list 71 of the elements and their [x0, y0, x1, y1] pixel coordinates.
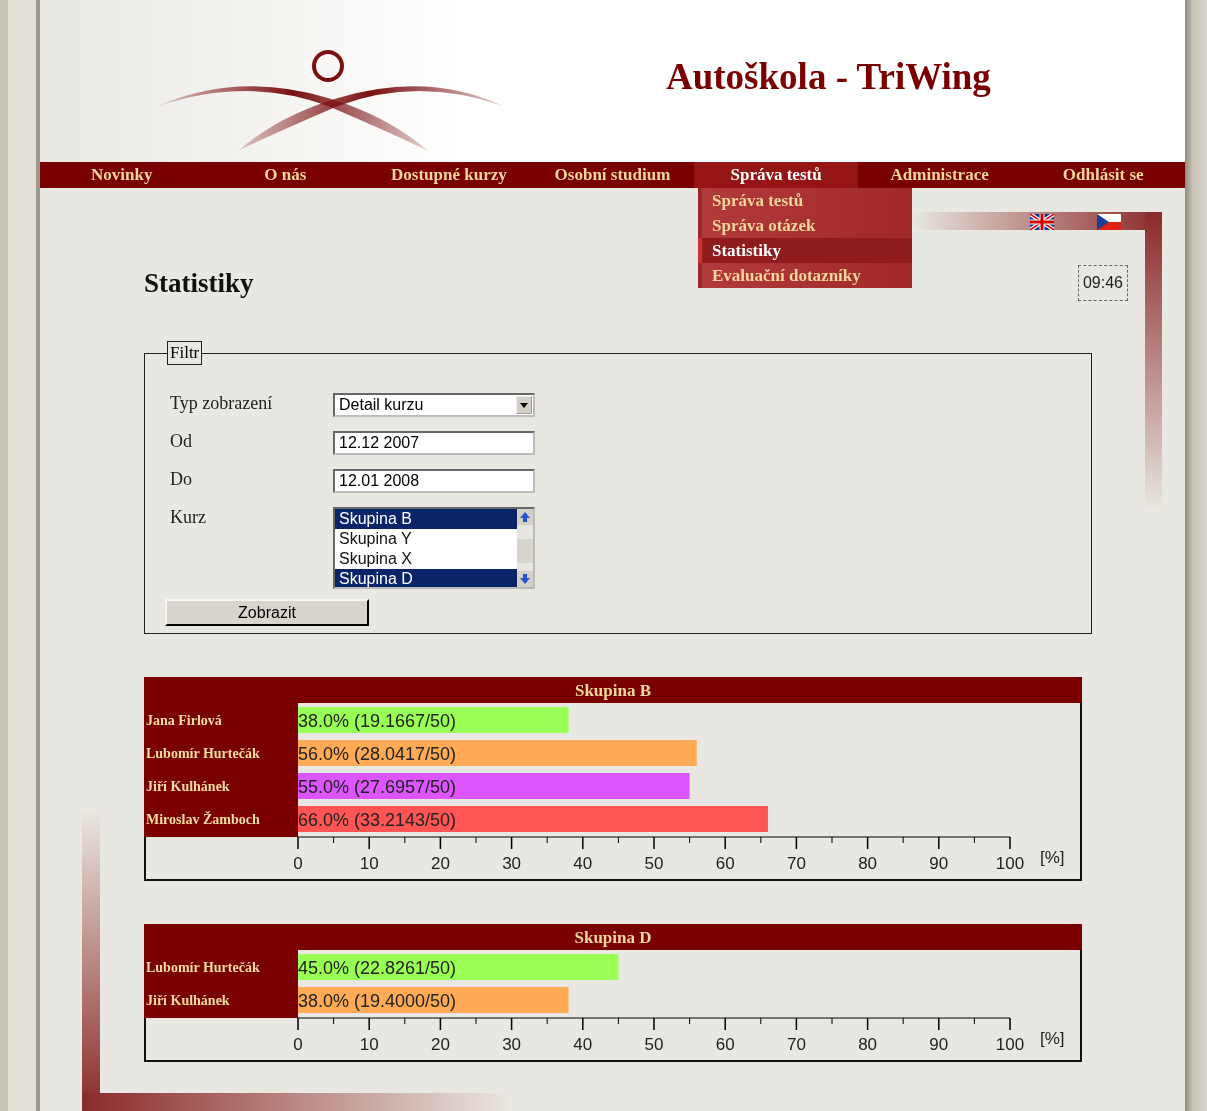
uk-flag-icon[interactable]	[1030, 214, 1054, 230]
menu-item[interactable]: Statistiky	[698, 238, 912, 263]
student-name: Jiří Kulhánek	[146, 993, 230, 1008]
tick-label: 10	[359, 1035, 379, 1054]
page-title: Statistiky	[144, 268, 254, 299]
tick-label: 0	[293, 1035, 303, 1054]
nav-item[interactable]: Administrace	[857, 162, 1022, 188]
nav-item[interactable]: Správa testů	[694, 162, 858, 188]
czech-flag-icon[interactable]	[1097, 214, 1121, 230]
scroll-down-icon[interactable]	[517, 571, 533, 587]
bar-label: 38.0% (19.4000/50)	[298, 991, 457, 1011]
tick-label: 90	[929, 1035, 949, 1054]
tick-label: 50	[644, 1035, 664, 1054]
tick-label: 40	[573, 1035, 593, 1054]
list-option[interactable]: Skupina X	[335, 549, 517, 569]
tick-label: 50	[644, 854, 664, 873]
filter-legend: Filtr	[167, 341, 203, 365]
student-name: Lubomír Hurtečák	[146, 746, 260, 761]
field-label: Typ zobrazení	[170, 393, 274, 415]
menu-item[interactable]: Evaluační dotazníky	[698, 263, 912, 288]
tick-label: 80	[858, 854, 878, 873]
scroll-up-icon[interactable]	[517, 509, 533, 525]
tick-label: 100	[995, 854, 1025, 873]
tick-label: 80	[858, 1035, 878, 1054]
scrollbar[interactable]	[517, 509, 533, 587]
bar-label: 55.0% (27.6957/50)	[298, 777, 457, 797]
nav-item[interactable]: O nás	[203, 162, 368, 188]
student-name: Miroslav Žamboch	[146, 812, 260, 827]
tick-label: 40	[573, 854, 593, 873]
tick-label: 100	[995, 1035, 1025, 1054]
date-from-field[interactable]: 12.12 2007	[333, 431, 535, 455]
tick-label: 60	[715, 1035, 735, 1054]
chart-title: Skupina D	[574, 928, 652, 947]
dropdown-arrow-icon	[520, 402, 528, 408]
nav-item[interactable]: Novinky	[40, 162, 204, 188]
student-name: Jana Firlová	[146, 713, 222, 728]
nav-item[interactable]: Odhlásit se	[1021, 162, 1185, 188]
field-label: Do	[170, 469, 193, 491]
list-option[interactable]: Skupina Y	[335, 529, 517, 549]
field-label: Kurz	[170, 507, 207, 529]
tick-label: 30	[502, 1035, 522, 1054]
bar-label: 66.0% (33.2143/50)	[298, 810, 457, 830]
list-option[interactable]: Skupina B	[335, 509, 517, 529]
chart-title: Skupina B	[574, 681, 652, 700]
tick-label: 70	[786, 1035, 806, 1054]
bar-label: 56.0% (28.0417/50)	[298, 744, 457, 764]
list-option[interactable]: Skupina D	[335, 569, 517, 587]
date-to-field[interactable]: 12.01 2008	[333, 469, 535, 493]
clock: 09:46	[1077, 265, 1128, 301]
student-name: Jiří Kulhánek	[146, 779, 230, 794]
nav-item[interactable]: Dostupné kurzy	[367, 162, 531, 188]
axis-unit: [%]	[1040, 1029, 1065, 1048]
show-button[interactable]: Zobrazit	[165, 599, 369, 626]
bar-label: 38.0% (19.1667/50)	[298, 711, 457, 731]
view-type-select[interactable]: Detail kurzu	[333, 393, 535, 417]
tick-label: 20	[430, 854, 450, 873]
student-name: Lubomír Hurtečák	[146, 960, 260, 975]
tick-label: 70	[786, 854, 806, 873]
site-title: Autoškola - TriWing	[666, 54, 991, 98]
nav-item[interactable]: Osobní studium	[530, 162, 695, 188]
tick-label: 30	[502, 854, 522, 873]
axis-unit: [%]	[1040, 848, 1065, 867]
tick-label: 20	[430, 1035, 450, 1054]
tick-label: 0	[293, 854, 303, 873]
menu-item[interactable]: Správa testů	[698, 188, 912, 213]
menu-item[interactable]: Správa otázek	[698, 213, 912, 238]
field-label: Od	[170, 431, 193, 453]
tick-label: 60	[715, 854, 735, 873]
bar-label: 45.0% (22.8261/50)	[298, 958, 457, 978]
tick-label: 90	[929, 854, 949, 873]
tick-label: 10	[359, 854, 379, 873]
